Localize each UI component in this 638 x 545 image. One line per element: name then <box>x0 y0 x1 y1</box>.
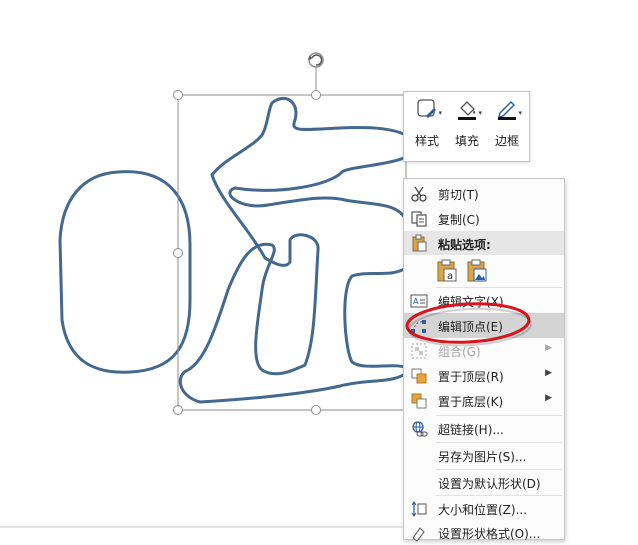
menu-item-size-position[interactable]: 大小和位置(Z)... <box>404 496 564 521</box>
shape-style-icon <box>417 99 436 118</box>
menu-item-cut[interactable]: 剪切(T) <box>404 181 564 206</box>
group-icon <box>411 343 427 359</box>
mini-toolbar: ▾ 样式 ▾ 填充 ▾ 边框 <box>403 91 530 162</box>
submenu-arrow-icon: ▶ <box>545 393 552 403</box>
menu-item-bring-to-front[interactable]: 置于顶层(R) ▶ <box>404 363 564 388</box>
menu-item-format-shape-label: 设置形状格式(O)... <box>438 527 541 541</box>
menu-item-edit-points[interactable]: 编辑顶点(E) <box>404 313 564 338</box>
submenu-arrow-icon: ▶ <box>545 368 552 378</box>
resize-handle-left[interactable] <box>173 248 183 258</box>
send-to-back-icon <box>411 393 427 409</box>
menu-item-edit-text-label: 编辑文字(X) <box>438 295 504 309</box>
edit-text-icon: A <box>410 294 428 308</box>
menu-item-group-label: 组合(G) <box>438 345 481 359</box>
paste-options-header: 粘贴选项: <box>404 231 564 255</box>
menu-item-cut-label: 剪切(T) <box>438 188 479 202</box>
paste-icons-row: a <box>404 257 564 287</box>
selection-box <box>177 94 407 411</box>
menu-item-format-shape[interactable]: 设置形状格式(O)... <box>404 520 564 545</box>
paste-keep-text-icon[interactable]: a <box>436 259 458 283</box>
menu-item-set-default-shape[interactable]: 设置为默认形状(D) <box>404 470 564 495</box>
paste-options-label: 粘贴选项: <box>438 238 491 252</box>
edit-points-icon <box>411 320 426 333</box>
freeform-shape-right[interactable] <box>178 96 417 404</box>
menu-item-save-as-picture-label: 另存为图片(S)... <box>438 450 527 464</box>
menu-item-copy[interactable]: 复制(C) <box>404 206 564 231</box>
bring-to-front-icon <box>411 368 427 384</box>
clipboard-icon <box>412 234 427 252</box>
context-menu: 剪切(T) 复制(C) 粘贴选项: a A 编辑文字(X) 编辑顶点(E) 组合… <box>403 178 565 542</box>
menu-item-send-to-back-label: 置于底层(K) <box>438 395 504 409</box>
fill-button[interactable]: ▾ 填充 <box>448 92 486 161</box>
menu-item-save-as-picture[interactable]: 另存为图片(S)... <box>404 443 564 468</box>
resize-handle-top-left[interactable] <box>173 90 183 100</box>
pen-outline-icon <box>498 101 516 120</box>
hyperlink-icon <box>412 421 428 437</box>
menu-item-group[interactable]: 组合(G) ▶ <box>404 338 564 363</box>
menu-item-hyperlink[interactable]: 超链接(H)... <box>404 416 564 441</box>
style-label: 样式 <box>414 134 439 148</box>
menu-item-size-position-label: 大小和位置(Z)... <box>438 503 528 517</box>
style-button[interactable]: ▾ 样式 <box>408 92 446 161</box>
rotate-icon[interactable] <box>308 52 324 68</box>
border-label: 边框 <box>494 134 519 148</box>
resize-handle-bottom[interactable] <box>311 405 321 415</box>
menu-item-bring-to-front-label: 置于顶层(R) <box>438 370 504 384</box>
fill-label: 填充 <box>454 134 479 148</box>
resize-handle-bottom-left[interactable] <box>173 405 183 415</box>
size-position-icon <box>411 501 427 517</box>
svg-text:a: a <box>447 271 453 282</box>
freeform-shape-left[interactable] <box>58 170 192 374</box>
menu-item-edit-points-label: 编辑顶点(E) <box>438 320 503 334</box>
resize-handle-top[interactable] <box>311 90 321 100</box>
menu-item-copy-label: 复制(C) <box>438 213 480 227</box>
scissors-icon <box>411 186 427 202</box>
submenu-arrow-icon: ▶ <box>545 343 552 353</box>
menu-item-send-to-back[interactable]: 置于底层(K) ▶ <box>404 388 564 413</box>
paint-bucket-icon <box>458 101 476 120</box>
menu-item-edit-text[interactable]: A 编辑文字(X) <box>404 288 564 313</box>
format-shape-icon <box>412 527 425 542</box>
border-button[interactable]: ▾ 边框 <box>488 92 526 161</box>
menu-item-set-default-shape-label: 设置为默认形状(D) <box>438 477 541 491</box>
svg-text:A: A <box>413 297 419 306</box>
menu-item-hyperlink-label: 超链接(H)... <box>438 423 504 437</box>
copy-icon <box>411 211 427 227</box>
paste-as-picture-icon[interactable] <box>466 259 488 283</box>
